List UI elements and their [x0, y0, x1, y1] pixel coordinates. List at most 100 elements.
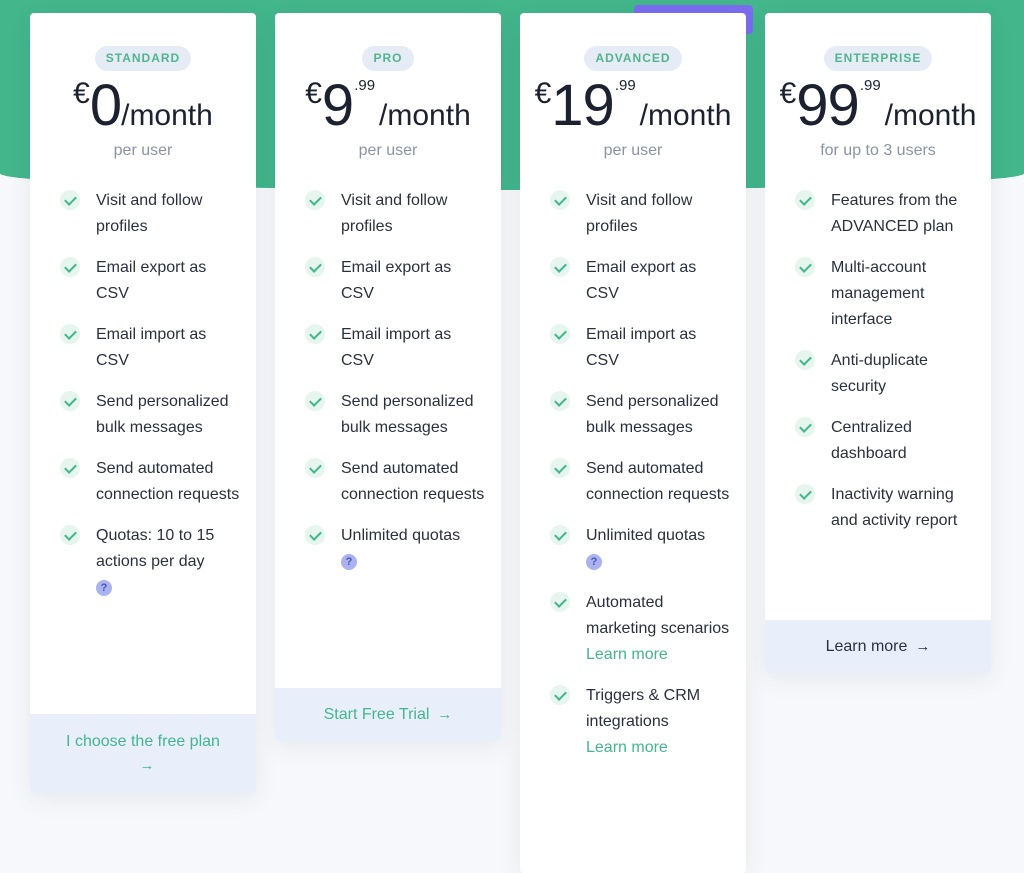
plan-subtitle: per user [603, 142, 663, 159]
feature-item: Send personalized bulk messages [30, 389, 256, 441]
feature-text: Email import as CSV [96, 326, 207, 369]
check-icon [305, 458, 325, 478]
cta-label: I choose the free plan [66, 733, 220, 750]
feature-text: Inactivity warning and activity report [831, 486, 958, 529]
plan-price: €19.99/month [520, 75, 746, 137]
arrow-right-icon: → [139, 757, 155, 774]
feature-list: Visit and follow profiles Email export a… [520, 162, 746, 761]
check-icon [60, 190, 80, 210]
currency-symbol: € [534, 77, 552, 110]
plan-price: €99.99/month [765, 75, 991, 137]
feature-text: Visit and follow profiles [96, 192, 203, 235]
feature-item: Anti-duplicate security [765, 348, 991, 400]
feature-item: Send automated connection requests [30, 456, 256, 508]
feature-item: Features from the ADVANCED plan [765, 188, 991, 240]
check-icon [550, 324, 570, 344]
feature-item: Send automated connection requests [275, 456, 501, 508]
arrow-right-icon: → [437, 706, 453, 723]
feature-item: Centralized dashboard [765, 415, 991, 467]
feature-text: Features from the ADVANCED plan [831, 192, 958, 235]
feature-text: Anti-duplicate security [831, 352, 928, 395]
check-icon [60, 324, 80, 344]
help-icon[interactable]: ? [341, 553, 357, 570]
feature-item: Send personalized bulk messages [275, 389, 501, 441]
feature-text: Multi-account management interface [831, 259, 927, 328]
price-cents: .99 [354, 77, 376, 94]
cta-label: Learn more [825, 638, 908, 655]
plan-price: €9.99/month [275, 75, 501, 137]
check-icon [795, 417, 815, 437]
learn-more-button[interactable]: Learn more → [765, 620, 991, 673]
help-icon[interactable]: ? [96, 579, 112, 596]
feature-list: Features from the ADVANCED plan Multi-ac… [765, 162, 991, 534]
feature-item: Visit and follow profiles [520, 188, 746, 240]
feature-text: Email export as CSV [341, 259, 452, 302]
feature-item: Triggers & CRM integrations Learn more [520, 683, 746, 761]
price-period: /month [379, 99, 471, 132]
check-icon [550, 190, 570, 210]
check-icon [305, 525, 325, 545]
check-icon [550, 257, 570, 277]
feature-text: Visit and follow profiles [586, 192, 693, 235]
feature-list: Visit and follow profiles Email export a… [275, 162, 501, 575]
plan-tier-label: ADVANCED [584, 46, 682, 71]
feature-text: Send automated connection requests [341, 460, 485, 503]
price-period: /month [884, 99, 977, 132]
feature-text: Unlimited quotas [586, 527, 706, 544]
price-cents: .99 [859, 77, 881, 94]
cta-label: Start Free Trial [323, 706, 430, 723]
learn-more-link[interactable]: Learn more [586, 739, 668, 756]
price-period: /month [121, 99, 213, 132]
arrow-right-icon: → [915, 638, 931, 655]
feature-text: Email export as CSV [586, 259, 697, 302]
check-icon [305, 324, 325, 344]
plan-card-advanced: ADVANCED €19.99/month per user Visit and… [520, 13, 746, 873]
feature-text: Email import as CSV [586, 326, 697, 369]
feature-text: Automated marketing scenarios [586, 594, 730, 637]
check-icon [305, 391, 325, 411]
plan-card-standard: STANDARD €0/month per user Visit and fol… [30, 13, 256, 793]
choose-free-plan-button[interactable]: I choose the free plan → [30, 714, 256, 793]
feature-text: Send personalized bulk messages [96, 393, 229, 436]
feature-item: Email export as CSV [30, 255, 256, 307]
feature-list: Visit and follow profiles Email export a… [30, 162, 256, 601]
check-icon [305, 257, 325, 277]
feature-text: Unlimited quotas [341, 527, 461, 544]
plan-tier-label: STANDARD [94, 46, 192, 71]
price-amount: 99 [796, 73, 860, 138]
plan-price: €0/month [30, 75, 256, 137]
feature-text: Send personalized bulk messages [586, 393, 719, 436]
feature-text: Email export as CSV [96, 259, 207, 302]
start-free-trial-button[interactable]: Start Free Trial → [275, 688, 501, 741]
feature-item: Automated marketing scenarios Learn more [520, 590, 746, 668]
check-icon [60, 458, 80, 478]
check-icon [60, 257, 80, 277]
feature-item: Visit and follow profiles [30, 188, 256, 240]
feature-item: Unlimited quotas? [275, 523, 501, 575]
feature-item: Quotas: 10 to 15 actions per day? [30, 523, 256, 601]
plan-card-enterprise: ENTERPRISE €99.99/month for up to 3 user… [765, 13, 991, 673]
check-icon [550, 592, 570, 612]
check-icon [60, 525, 80, 545]
feature-item: Inactivity warning and activity report [765, 482, 991, 534]
feature-text: Send automated connection requests [586, 460, 730, 503]
feature-item: Email import as CSV [30, 322, 256, 374]
feature-item: Send personalized bulk messages [520, 389, 746, 441]
feature-item: Send automated connection requests [520, 456, 746, 508]
help-icon[interactable]: ? [586, 553, 602, 570]
learn-more-link[interactable]: Learn more [586, 646, 668, 663]
currency-symbol: € [73, 77, 90, 110]
feature-text: Visit and follow profiles [341, 192, 448, 235]
price-cents: .99 [614, 77, 636, 94]
currency-symbol: € [305, 77, 322, 110]
feature-text: Quotas: 10 to 15 actions per day [96, 527, 215, 570]
feature-item: Multi-account management interface [765, 255, 991, 333]
plan-tier-label: ENTERPRISE [823, 46, 933, 71]
check-icon [795, 484, 815, 504]
feature-text: Send automated connection requests [96, 460, 240, 503]
feature-item: Email export as CSV [520, 255, 746, 307]
feature-item: Unlimited quotas? [520, 523, 746, 575]
feature-item: Email import as CSV [275, 322, 501, 374]
feature-text: Centralized dashboard [831, 419, 912, 462]
check-icon [550, 685, 570, 705]
